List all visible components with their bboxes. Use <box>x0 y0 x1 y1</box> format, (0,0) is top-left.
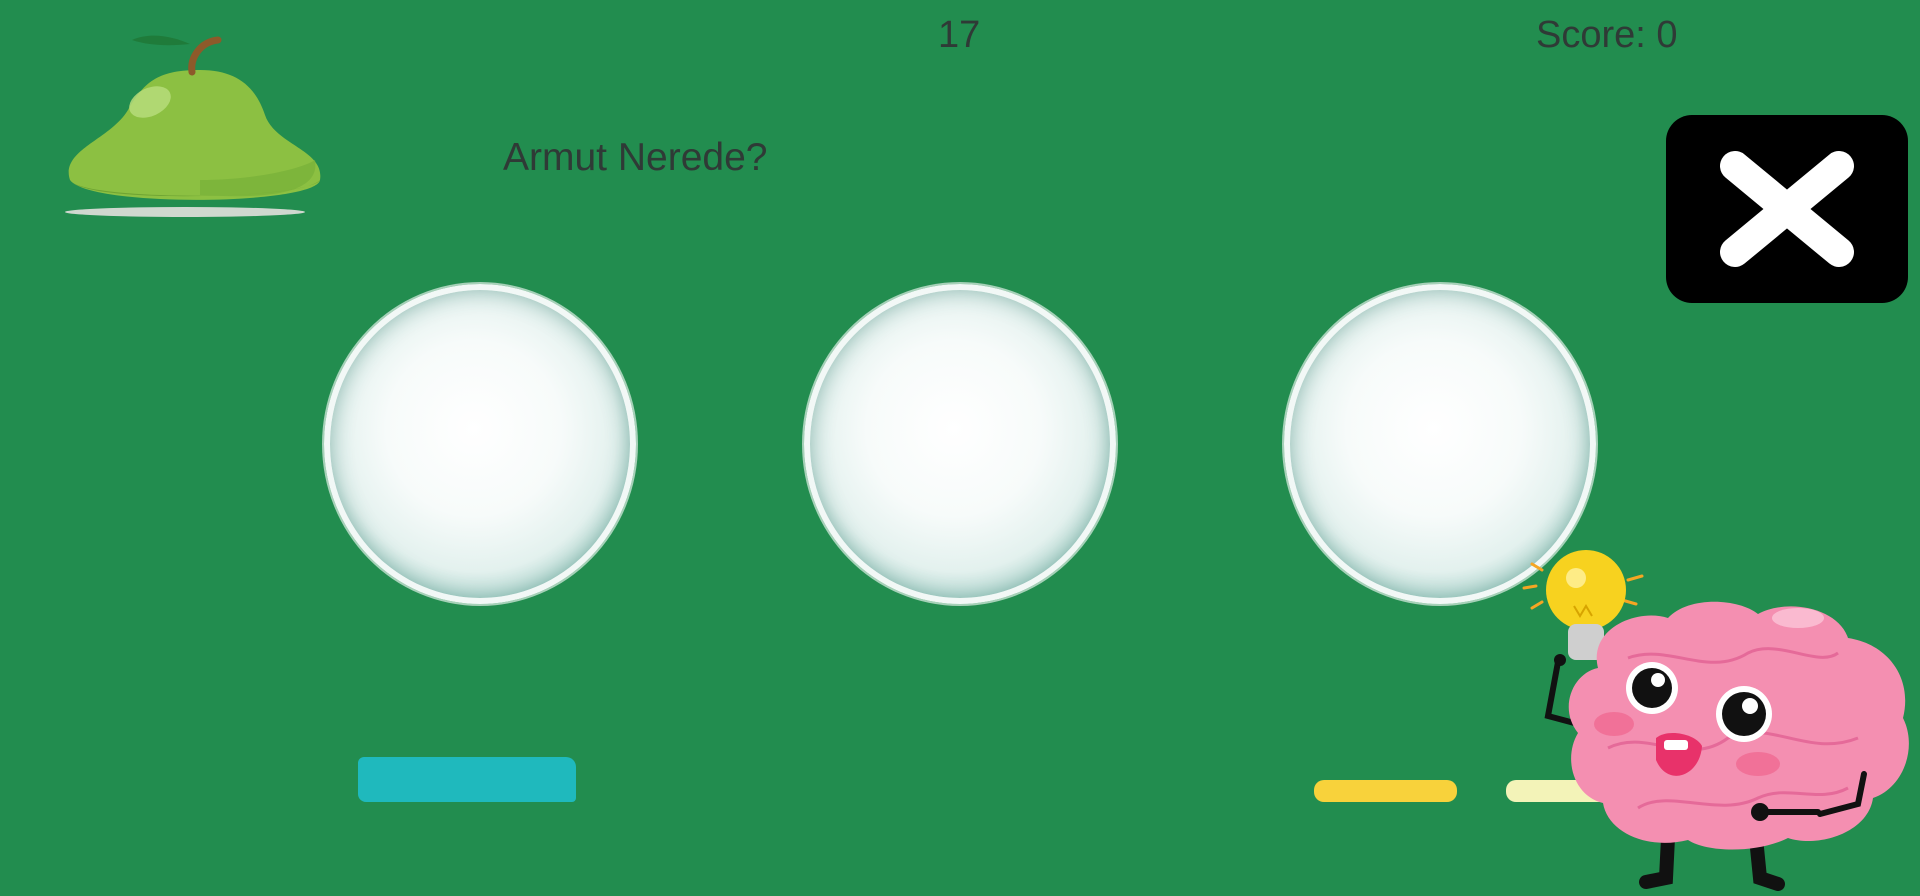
teal-bar <box>358 757 576 802</box>
bowl-choice-2[interactable] <box>804 284 1116 604</box>
close-button[interactable] <box>1666 115 1908 303</box>
close-x-icon <box>1720 151 1854 267</box>
timer-text: 17 <box>938 14 981 56</box>
yellow-bar <box>1314 780 1457 802</box>
pear-icon <box>50 30 340 220</box>
brain-mascot-icon <box>1518 548 1920 891</box>
question-prompt: Armut Nerede? <box>503 136 768 179</box>
score-text: Score: 0 <box>1536 14 1678 56</box>
bowl-choice-1[interactable] <box>324 284 636 604</box>
